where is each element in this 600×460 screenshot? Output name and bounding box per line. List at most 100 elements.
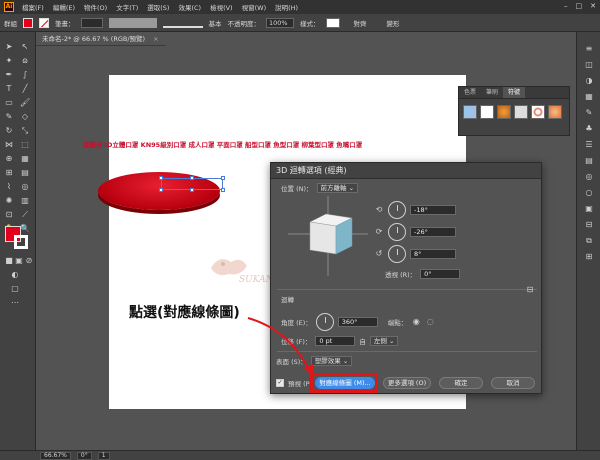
menu-view[interactable]: 檢視(V) (210, 2, 233, 12)
artboard-navigation-field[interactable]: 1 (97, 451, 110, 460)
align-button[interactable]: 對齊 (354, 18, 367, 28)
symbol-thumb[interactable] (531, 105, 545, 119)
fill-color-swatch[interactable] (23, 17, 33, 28)
eyedropper-icon[interactable]: ⌇ (4, 182, 14, 192)
y-rotation-input[interactable]: -26° (410, 227, 456, 237)
stroke-color-swatch[interactable] (39, 17, 49, 28)
lasso-icon[interactable]: ɷ (20, 56, 30, 66)
menu-file[interactable]: 檔案(F) (22, 2, 44, 12)
brushes-icon[interactable]: ✎ (584, 108, 594, 118)
eraser-icon[interactable]: ◇ (20, 112, 30, 122)
angle-dial[interactable] (315, 313, 334, 331)
stroke-icon[interactable]: ☰ (584, 140, 594, 150)
cap-off-icon[interactable]: ◌ (425, 317, 435, 327)
graph-tool-icon[interactable]: ▥ (20, 196, 30, 206)
properties-icon[interactable]: ≡ (584, 44, 594, 54)
color-mode-icon[interactable]: ■ (4, 256, 14, 266)
menu-window[interactable]: 視窗(W) (242, 2, 267, 12)
selection-tool-icon[interactable]: ➤ (4, 42, 14, 52)
z-rotation-input[interactable]: 8° (410, 249, 456, 259)
zoom-level-field[interactable]: 66.67% (40, 451, 71, 460)
tab-brushes[interactable]: 筆刷 (481, 87, 503, 98)
none-mode-icon[interactable]: ⊘ (24, 256, 34, 266)
line-tool-icon[interactable]: ╱ (20, 84, 30, 94)
slice-tool-icon[interactable]: ⟋ (20, 210, 30, 220)
stroke-color-box[interactable] (14, 235, 28, 249)
swatches-icon[interactable]: ▦ (584, 92, 594, 102)
symbols-icon[interactable]: ♣ (584, 124, 594, 134)
symbol-thumb[interactable] (548, 105, 562, 119)
more-options-button[interactable]: 更多選項 (O) (383, 377, 431, 389)
transparency-icon[interactable]: ◎ (584, 172, 594, 182)
transform-button[interactable]: 變形 (387, 18, 400, 28)
cancel-button[interactable]: 取消 (491, 377, 535, 389)
perspective-input[interactable]: 0° (420, 269, 461, 279)
maximize-icon[interactable]: □ (576, 2, 583, 10)
pen-tool-icon[interactable]: ✒ (4, 70, 14, 80)
ok-button[interactable]: 確定 (439, 377, 483, 389)
angle-input[interactable]: 360° (337, 317, 378, 327)
x-rotation-dial[interactable] (388, 201, 406, 219)
perspective-grid-icon[interactable]: ▦ (20, 154, 30, 164)
transform-icon[interactable]: ⊞ (584, 252, 594, 262)
shape-builder-icon[interactable]: ⊕ (4, 154, 14, 164)
type-tool-icon[interactable]: T (4, 84, 14, 94)
gradient-icon[interactable]: ▤ (584, 156, 594, 166)
direct-selection-tool-icon[interactable]: ↖ (20, 42, 30, 52)
draw-mode-icon[interactable]: ◐ (10, 270, 20, 280)
preview-checkbox[interactable]: ✓ (276, 379, 284, 387)
close-window-icon[interactable]: ✕ (590, 2, 596, 10)
paintbrush-icon[interactable]: 🖌 (20, 98, 30, 108)
y-rotation-dial[interactable] (388, 223, 406, 241)
artboard-tool-icon[interactable]: ⊡ (4, 210, 14, 220)
offset-from-select[interactable]: 左側 ⌄ (369, 336, 399, 346)
offset-input[interactable]: 0 pt (315, 336, 356, 346)
color-icon[interactable]: ◑ (584, 76, 594, 86)
opacity-input[interactable]: 100% (266, 17, 294, 28)
menu-edit[interactable]: 編輯(E) (53, 2, 75, 12)
pathfinder-icon[interactable]: ⧉ (584, 236, 594, 246)
tab-symbols[interactable]: 符號 (503, 87, 526, 98)
document-tab[interactable]: 未命名-2* @ 66.67 % (RGB/預覽) × (36, 32, 166, 46)
selection-handle[interactable] (190, 176, 194, 180)
collapse-section-icon[interactable]: ⊟ (525, 285, 535, 295)
screen-mode-icon[interactable]: ▢ (10, 284, 20, 294)
mesh-tool-icon[interactable]: ⊞ (4, 168, 14, 178)
menu-type[interactable]: 文字(T) (116, 2, 138, 12)
zoom-tool-icon[interactable]: 🔍 (20, 224, 30, 234)
blend-tool-icon[interactable]: ◎ (20, 182, 30, 192)
width-tool-icon[interactable]: ⋈ (4, 140, 14, 150)
symbol-thumb[interactable] (497, 105, 511, 119)
minimize-icon[interactable]: – (564, 2, 568, 10)
gradient-mode-icon[interactable]: ▣ (14, 256, 24, 266)
menu-help[interactable]: 說明(H) (275, 2, 298, 12)
rotation-view-field[interactable]: 0° (76, 451, 92, 460)
layers-icon[interactable]: ◫ (584, 60, 594, 70)
rectangle-tool-icon[interactable]: ▭ (4, 98, 14, 108)
symbol-thumb[interactable] (463, 105, 477, 119)
symbol-thumb[interactable] (514, 105, 528, 119)
graphic-style-picker[interactable] (325, 17, 340, 28)
tab-swatches[interactable]: 色票 (459, 87, 481, 98)
more-tools-icon[interactable]: ⋯ (10, 298, 20, 308)
stroke-weight-input[interactable] (80, 17, 103, 28)
free-transform-icon[interactable]: ⬚ (20, 140, 30, 150)
graphic-styles-icon[interactable]: ▣ (584, 204, 594, 214)
symbol-sprayer-icon[interactable]: ✺ (4, 196, 14, 206)
selection-handle[interactable] (159, 176, 163, 180)
selection-handle[interactable] (221, 188, 225, 192)
position-select[interactable]: 前方離軸 ⌄ (316, 183, 359, 193)
shaper-tool-icon[interactable]: ✎ (4, 112, 14, 122)
scale-tool-icon[interactable]: ⤡ (20, 126, 30, 136)
cap-on-icon[interactable]: ◉ (411, 317, 421, 327)
gradient-tool-icon[interactable]: ▤ (20, 168, 30, 178)
selection-handle[interactable] (190, 188, 194, 192)
x-rotation-input[interactable]: -18° (410, 205, 456, 215)
rotation-cube-preview[interactable] (288, 196, 368, 276)
menu-select[interactable]: 選取(S) (147, 2, 169, 12)
surface-select[interactable]: 塑膠效果 ⌄ (310, 356, 353, 366)
curvature-tool-icon[interactable]: ∫ (20, 70, 30, 80)
menu-effect[interactable]: 效果(C) (178, 2, 201, 12)
magic-wand-icon[interactable]: ✦ (4, 56, 14, 66)
close-tab-icon[interactable]: × (153, 35, 158, 43)
